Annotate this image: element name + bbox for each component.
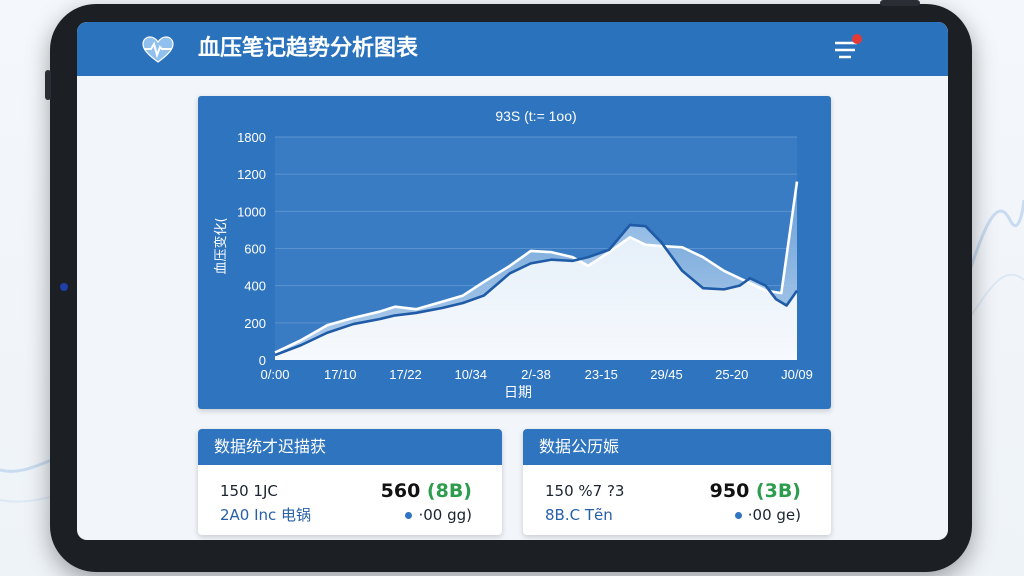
stats-card-1-row-1: 150 1JC 560 (8B) bbox=[198, 479, 502, 503]
stats-card-2[interactable]: 数据公历娠 150 %7 ?3 950 (3B) 8B.C Tẽn ·00 ge… bbox=[523, 429, 831, 535]
stat-value: 560 (8B) bbox=[380, 480, 472, 502]
app-header: 血压笔记趋势分析图表 bbox=[77, 22, 948, 76]
x-tick-label: 17/10 bbox=[324, 367, 357, 382]
heart-pulse-icon bbox=[142, 36, 174, 63]
power-button bbox=[880, 0, 920, 6]
y-tick-label: 200 bbox=[244, 316, 266, 331]
x-tick-label: J0/09 bbox=[781, 367, 813, 382]
stat-label: 150 %7 ?3 bbox=[545, 482, 625, 500]
y-tick-label: 600 bbox=[244, 242, 266, 257]
stats-card-1-title: 数据统才迟描获 bbox=[198, 429, 502, 465]
y-tick-label: 400 bbox=[244, 279, 266, 294]
stats-card-1-row-2: 2A0 Inc 电锅 ·00 gg) bbox=[198, 503, 502, 527]
stat-subvalue: ·00 gg) bbox=[405, 503, 472, 527]
stat-label: 2A0 Inc 电锅 bbox=[220, 506, 312, 524]
notification-badge bbox=[852, 34, 862, 44]
y-tick-label: 0 bbox=[259, 353, 266, 368]
y-axis-label: 血压变化( bbox=[213, 217, 229, 274]
x-tick-label: 25-20 bbox=[715, 367, 748, 382]
x-tick-label: 0/:00 bbox=[261, 367, 290, 382]
stats-card-2-title: 数据公历娠 bbox=[523, 429, 831, 465]
y-tick-label: 1000 bbox=[237, 204, 266, 219]
x-axis-label: 日期 bbox=[504, 385, 532, 401]
stats-card-1[interactable]: 数据统才迟描获 150 1JC 560 (8B) 2A0 Inc 电锅 ·00 … bbox=[198, 429, 502, 535]
stat-label: 150 1JC bbox=[220, 482, 278, 500]
chart-title: 93S (t:= 1oo) bbox=[495, 108, 576, 124]
x-tick-label: 23-15 bbox=[585, 367, 618, 382]
stat-subvalue: ·00 ge) bbox=[734, 503, 801, 527]
trend-chart: 0 200 400 600 1000 1200 1800 0/:00 17/10 17/22 10… bbox=[213, 108, 813, 401]
trend-chart-panel: 0 200 400 600 1000 1200 1800 0/:00 17/10 17/22 10… bbox=[198, 96, 831, 409]
app-screen: 血压笔记趋势分析图表 0 200 400 600 1000 1200 1800 … bbox=[77, 22, 948, 540]
app-title: 血压笔记趋势分析图表 bbox=[198, 36, 419, 61]
bullet-icon bbox=[405, 512, 413, 519]
x-tick-label: 17/22 bbox=[389, 367, 422, 382]
stat-label: 8B.C Tẽn bbox=[545, 506, 613, 524]
y-tick-label: 1800 bbox=[237, 130, 266, 145]
y-tick-label: 1200 bbox=[237, 167, 266, 182]
x-tick-label: 10/34 bbox=[454, 367, 487, 382]
stat-value: 950 (3B) bbox=[709, 480, 801, 502]
front-camera bbox=[60, 283, 68, 291]
x-tick-label: 29/45 bbox=[650, 367, 683, 382]
x-tick-label: 2/-38 bbox=[521, 367, 551, 382]
stats-card-2-row-2: 8B.C Tẽn ·00 ge) bbox=[523, 503, 831, 527]
volume-button bbox=[45, 70, 51, 100]
bullet-icon bbox=[734, 512, 742, 519]
stats-card-2-row-1: 150 %7 ?3 950 (3B) bbox=[523, 479, 831, 503]
